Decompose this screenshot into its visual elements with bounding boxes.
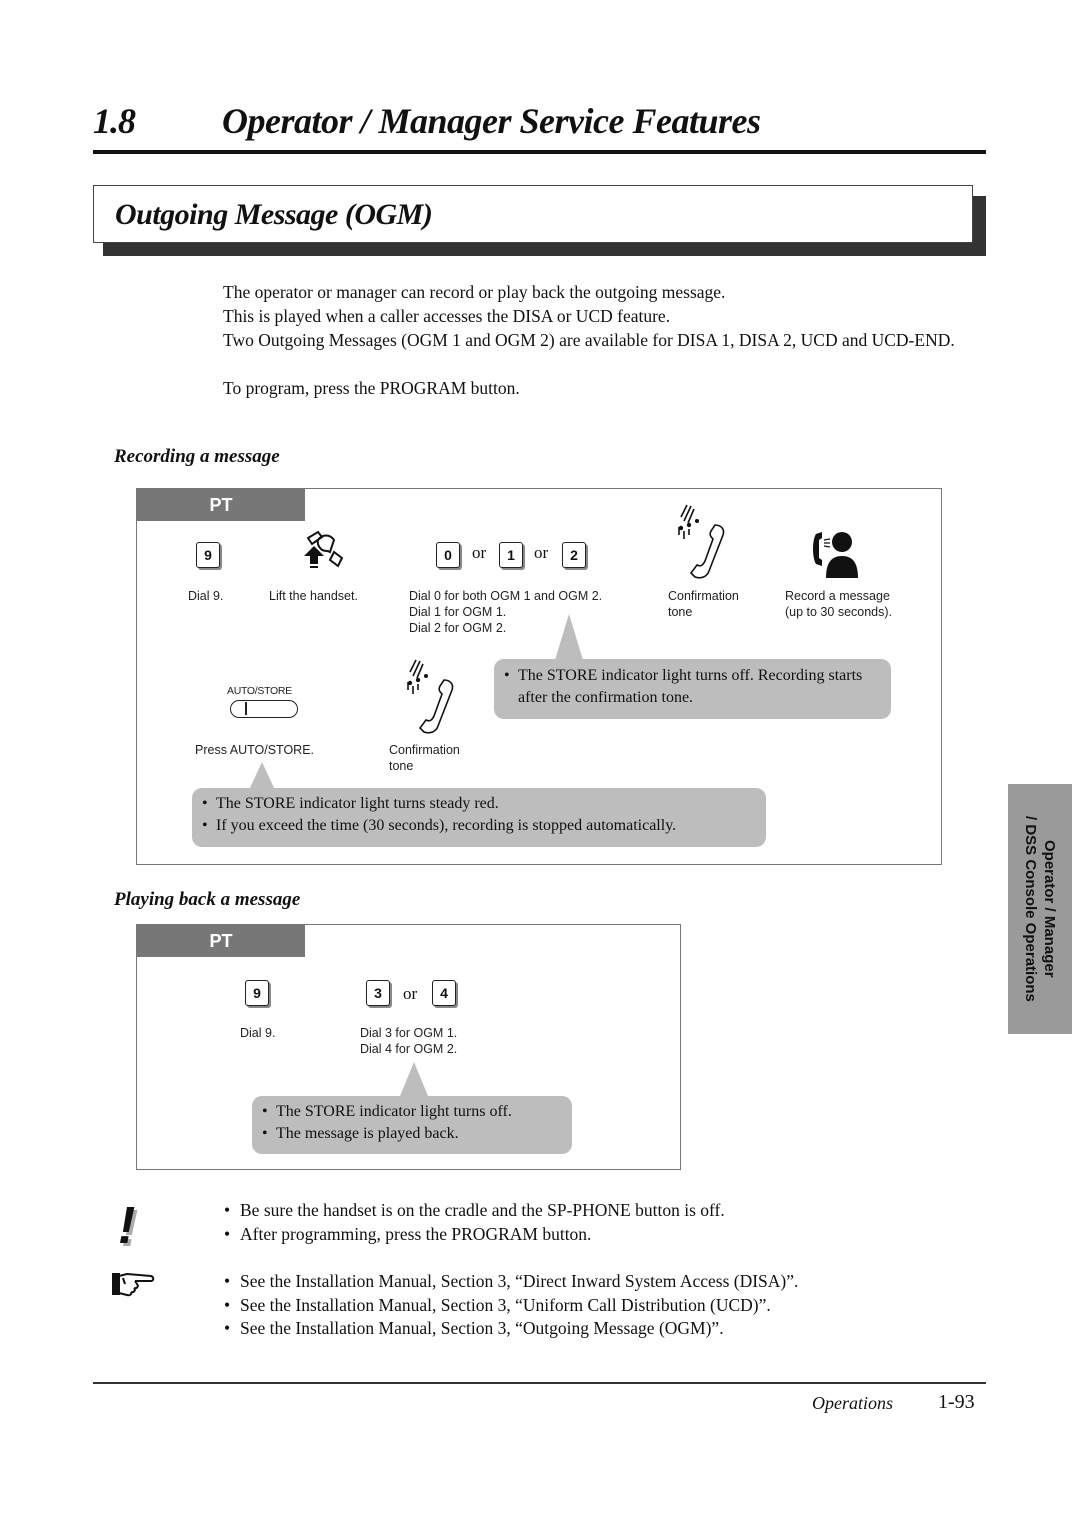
- dial-key-9: 9: [245, 980, 269, 1006]
- or-text: or: [403, 984, 418, 1003]
- bubble-item: The STORE indicator light turns off.: [262, 1101, 562, 1123]
- callout-pointer: [249, 762, 275, 790]
- auto-store-button-icon: [230, 700, 298, 718]
- reference-notes: See the Installation Manual, Section 3, …: [224, 1270, 954, 1341]
- section-title: Outgoing Message (OGM): [115, 198, 433, 231]
- step-caption: Confirmation tone: [389, 743, 460, 773]
- reference-item: See the Installation Manual, Section 3, …: [224, 1294, 954, 1318]
- chapter-number: 1.8: [93, 101, 136, 141]
- callout-pointer: [400, 1062, 428, 1096]
- side-tab-line: Operator / Manager: [1041, 840, 1058, 978]
- confirmation-tone-icon: [407, 659, 454, 734]
- step-caption: Dial 9.: [188, 589, 224, 603]
- footer-section: Operations: [812, 1393, 893, 1413]
- bubble-item: The message is played back.: [262, 1123, 562, 1145]
- recording-heading: Recording a message: [114, 446, 280, 467]
- lift-handset-icon: [304, 530, 344, 568]
- dial-key-2: 2: [562, 542, 586, 568]
- step-caption: Record a message (up to 30 seconds).: [785, 589, 893, 619]
- dial-key-3: 3: [366, 980, 390, 1006]
- auto-store-label: AUTO/STORE: [227, 685, 292, 697]
- intro-line: This is played when a caller accesses th…: [223, 306, 671, 326]
- callout-pointer: [555, 614, 583, 660]
- intro-text: The operator or manager can record or pl…: [223, 280, 983, 400]
- store-off-bubble: The STORE indicator light turns off. Rec…: [494, 659, 891, 719]
- dial-key-4: 4: [432, 980, 456, 1006]
- bubble-item: The STORE indicator light turns off. Rec…: [504, 665, 881, 709]
- warning-item: Be sure the handset is on the cradle and…: [224, 1199, 924, 1223]
- pointing-hand-icon: [112, 1272, 155, 1297]
- playback-bubble: The STORE indicator light turns off. The…: [252, 1096, 572, 1154]
- chapter-title: Operator / Manager Service Features: [222, 101, 761, 141]
- bubble-item: If you exceed the time (30 seconds), rec…: [202, 815, 756, 837]
- reference-item: See the Installation Manual, Section 3, …: [224, 1317, 954, 1341]
- or-text: or: [534, 543, 549, 562]
- step-caption: Confirmation tone: [668, 589, 739, 619]
- warning-item: After programming, press the PROGRAM but…: [224, 1223, 924, 1247]
- pt-tab: PT: [137, 925, 305, 957]
- bubble-item: The STORE indicator light turns steady r…: [202, 793, 756, 815]
- side-tab-label: Operator / Manager / DSS Console Operatio…: [1008, 784, 1072, 1034]
- intro-line: Two Outgoing Messages (OGM 1 and OGM 2) …: [223, 330, 955, 350]
- playback-heading: Playing back a message: [114, 889, 301, 910]
- confirmation-tone-icon: [678, 504, 725, 579]
- record-message-icon: [813, 532, 858, 578]
- side-tab-line: / DSS Console Operations: [1022, 816, 1039, 1002]
- dial-key-0: 0: [436, 542, 460, 568]
- warning-notes: Be sure the handset is on the cradle and…: [224, 1199, 924, 1246]
- step-caption: Lift the handset.: [269, 589, 358, 603]
- reference-item: See the Installation Manual, Section 3, …: [224, 1270, 954, 1294]
- or-text: or: [472, 543, 487, 562]
- step-caption: Press AUTO/STORE.: [195, 743, 315, 757]
- store-red-bubble: The STORE indicator light turns steady r…: [192, 788, 766, 847]
- footer-rule: [93, 1382, 986, 1384]
- page-number: 1-93: [938, 1391, 975, 1413]
- dial-key-1: 1: [499, 542, 523, 568]
- intro-line: The operator or manager can record or pl…: [223, 282, 726, 302]
- step-caption: Dial 9.: [240, 1026, 276, 1040]
- exclamation-icon: !: [118, 1197, 136, 1255]
- dial-key-9: 9: [196, 542, 220, 568]
- chapter-rule: [93, 150, 986, 154]
- program-note: To program, press the PROGRAM button.: [223, 378, 520, 398]
- step-caption: Dial 3 for OGM 1. Dial 4 for OGM 2.: [360, 1026, 458, 1056]
- pt-tab: PT: [137, 489, 305, 521]
